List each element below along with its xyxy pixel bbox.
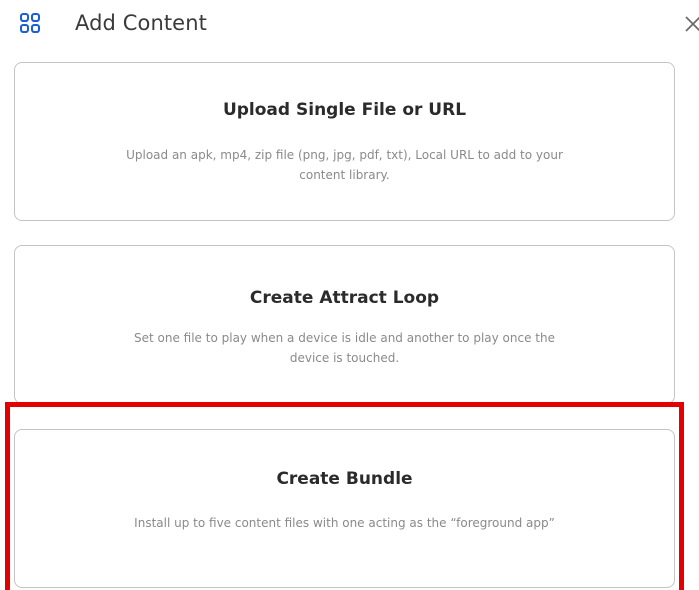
- add-content-dialog: Add Content Upload Single File or URL Up…: [0, 0, 699, 590]
- close-icon[interactable]: [683, 14, 699, 34]
- card-title: Upload Single File or URL: [222, 100, 467, 120]
- upload-single-file-card[interactable]: Upload Single File or URL Upload an apk,…: [14, 62, 675, 221]
- dialog-title: Add Content: [75, 11, 207, 35]
- create-bundle-card[interactable]: Create Bundle Install up to five content…: [14, 429, 675, 588]
- create-attract-loop-card[interactable]: Create Attract Loop Set one file to play…: [14, 245, 675, 404]
- grid-icon: [20, 13, 40, 33]
- card-description: Upload an apk, mp4, zip file (png, jpg, …: [126, 148, 563, 182]
- card-description: Install up to five content files with on…: [134, 516, 555, 530]
- card-title: Create Bundle: [276, 469, 413, 489]
- card-description: Set one file to play when a device is id…: [134, 331, 555, 365]
- card-title: Create Attract Loop: [249, 288, 440, 308]
- dialog-header: Add Content: [0, 0, 699, 46]
